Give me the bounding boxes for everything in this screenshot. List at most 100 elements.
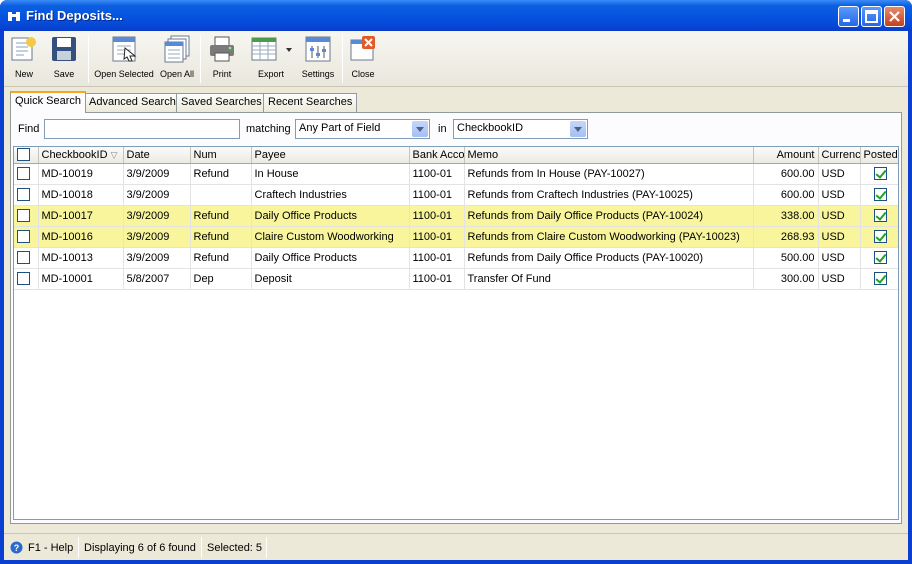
cell-memo: Refunds from Claire Custom Woodworking (…: [464, 225, 754, 248]
cell-bank-account: 1100-01: [409, 163, 465, 185]
posted-checkbox[interactable]: [873, 251, 887, 264]
settings-icon: [305, 36, 331, 62]
column-header-amount[interactable]: Amount: [753, 147, 819, 164]
maximize-button[interactable]: [861, 6, 882, 27]
tab-saved-searches[interactable]: Saved Searches: [176, 93, 267, 112]
cell-currency: USD: [818, 204, 861, 227]
row-select-checkbox[interactable]: [17, 167, 30, 180]
toolbar-separator: [200, 35, 201, 83]
table-row[interactable]: MD-10013 3/9/2009 Refund Daily Office Pr…: [14, 247, 898, 269]
svg-text:?: ?: [14, 543, 20, 553]
open-all-icon: [164, 35, 190, 63]
cell-num: Dep: [190, 268, 252, 290]
field-select[interactable]: CheckbookID: [453, 119, 588, 139]
cell-amount: 300.00: [753, 268, 819, 290]
column-header-checkbookid[interactable]: CheckbookID ▽: [38, 147, 124, 164]
column-header-bank-account[interactable]: Bank Acco: [409, 147, 465, 164]
posted-checkbox[interactable]: [873, 188, 887, 201]
results-grid: CheckbookID ▽ Date Num Payee Bank Acco M…: [13, 146, 899, 520]
export-icon: [251, 37, 292, 61]
export-button[interactable]: Export: [244, 34, 298, 86]
status-separator: [201, 537, 202, 558]
table-row-selected[interactable]: MD-10017 3/9/2009 Refund Daily Office Pr…: [14, 204, 898, 227]
cell-num: Refund: [190, 163, 252, 185]
settings-button[interactable]: Settings: [298, 34, 338, 86]
cell-currency: USD: [818, 247, 861, 269]
cell-checkbookid: MD-10017: [38, 204, 124, 227]
tab-recent-searches[interactable]: Recent Searches: [263, 93, 358, 112]
cell-payee: Daily Office Products: [251, 247, 410, 269]
cell-date: 3/9/2009: [123, 204, 191, 227]
row-select-checkbox[interactable]: [17, 188, 30, 201]
column-header-num[interactable]: Num: [190, 147, 252, 164]
find-input[interactable]: [44, 119, 240, 139]
print-button[interactable]: Print: [204, 34, 240, 86]
select-all-header[interactable]: [14, 147, 39, 164]
status-bar: ? F1 - Help Displaying 6 of 6 found Sele…: [4, 533, 908, 560]
cell-amount: 338.00: [753, 204, 819, 227]
row-select-checkbox[interactable]: [17, 230, 30, 243]
chevron-down-icon[interactable]: [570, 121, 586, 137]
posted-checkbox[interactable]: [873, 272, 887, 285]
posted-checkbox[interactable]: [873, 209, 887, 222]
posted-checkbox[interactable]: [873, 167, 887, 180]
toolbar-separator: [88, 35, 89, 83]
cell-num: Refund: [190, 225, 252, 248]
find-deposits-window: Find Deposits... New Save Open Selected …: [0, 0, 912, 564]
save-disk-icon: [52, 37, 76, 61]
close-button[interactable]: Close: [346, 34, 380, 86]
binoculars-icon: [8, 12, 20, 21]
cell-checkbookid: MD-10018: [38, 184, 124, 206]
cell-payee: Claire Custom Woodworking: [251, 225, 410, 248]
column-header-date[interactable]: Date: [123, 147, 191, 164]
close-x-icon: [889, 11, 900, 22]
cell-num: [190, 184, 252, 206]
select-all-checkbox[interactable]: [17, 148, 30, 162]
tab-quick-search[interactable]: Quick Search: [10, 91, 87, 113]
cell-amount: 268.93: [753, 225, 819, 248]
table-row[interactable]: MD-10001 5/8/2007 Dep Deposit 1100-01 Tr…: [14, 268, 898, 290]
help-status[interactable]: F1 - Help: [28, 542, 73, 554]
find-row: Find matching Any Part of Field in Check…: [11, 113, 901, 143]
row-select-checkbox[interactable]: [17, 272, 30, 285]
window-close-button[interactable]: [884, 6, 905, 27]
cell-num: Refund: [190, 204, 252, 227]
find-label: Find: [18, 123, 40, 135]
row-select-checkbox[interactable]: [17, 209, 30, 222]
tab-advanced-search[interactable]: Advanced Search: [84, 93, 181, 112]
posted-checkbox[interactable]: [873, 230, 887, 243]
cell-bank-account: 1100-01: [409, 184, 465, 206]
column-header-posted[interactable]: Posted: [860, 147, 898, 164]
row-select-checkbox[interactable]: [17, 251, 30, 264]
toolbar-separator: [342, 35, 343, 83]
cell-bank-account: 1100-01: [409, 225, 465, 248]
window-title: Find Deposits...: [26, 8, 123, 23]
column-header-currency[interactable]: Currenc: [818, 147, 861, 164]
table-row-selected[interactable]: MD-10016 3/9/2009 Refund Claire Custom W…: [14, 225, 898, 248]
cell-date: 3/9/2009: [123, 247, 191, 269]
table-row[interactable]: MD-10019 3/9/2009 Refund In House 1100-0…: [14, 163, 898, 185]
table-row[interactable]: MD-10018 3/9/2009 Craftech Industries 11…: [14, 184, 898, 206]
minimize-button[interactable]: [838, 6, 859, 27]
matching-value: Any Part of Field: [299, 122, 381, 134]
open-all-button[interactable]: Open All: [158, 34, 196, 86]
column-header-memo[interactable]: Memo: [464, 147, 754, 164]
matching-select[interactable]: Any Part of Field: [295, 119, 430, 139]
status-separator: [266, 537, 267, 558]
new-button[interactable]: New: [8, 34, 40, 86]
cell-amount: 500.00: [753, 247, 819, 269]
selected-status: Selected: 5: [207, 542, 263, 554]
cell-memo: Transfer Of Fund: [464, 268, 754, 290]
title-bar[interactable]: Find Deposits...: [0, 0, 912, 31]
chevron-down-icon[interactable]: [412, 121, 428, 137]
cell-bank-account: 1100-01: [409, 204, 465, 227]
cell-date: 3/9/2009: [123, 184, 191, 206]
cell-memo: Refunds from Daily Office Products (PAY-…: [464, 204, 754, 227]
column-header-payee[interactable]: Payee: [251, 147, 410, 164]
cell-checkbookid: MD-10019: [38, 163, 124, 185]
matching-label: matching: [246, 123, 291, 135]
quick-search-panel: Find matching Any Part of Field in Check…: [10, 112, 902, 524]
save-button[interactable]: Save: [46, 34, 82, 86]
open-selected-button[interactable]: Open Selected: [92, 34, 156, 86]
cell-date: 3/9/2009: [123, 163, 191, 185]
